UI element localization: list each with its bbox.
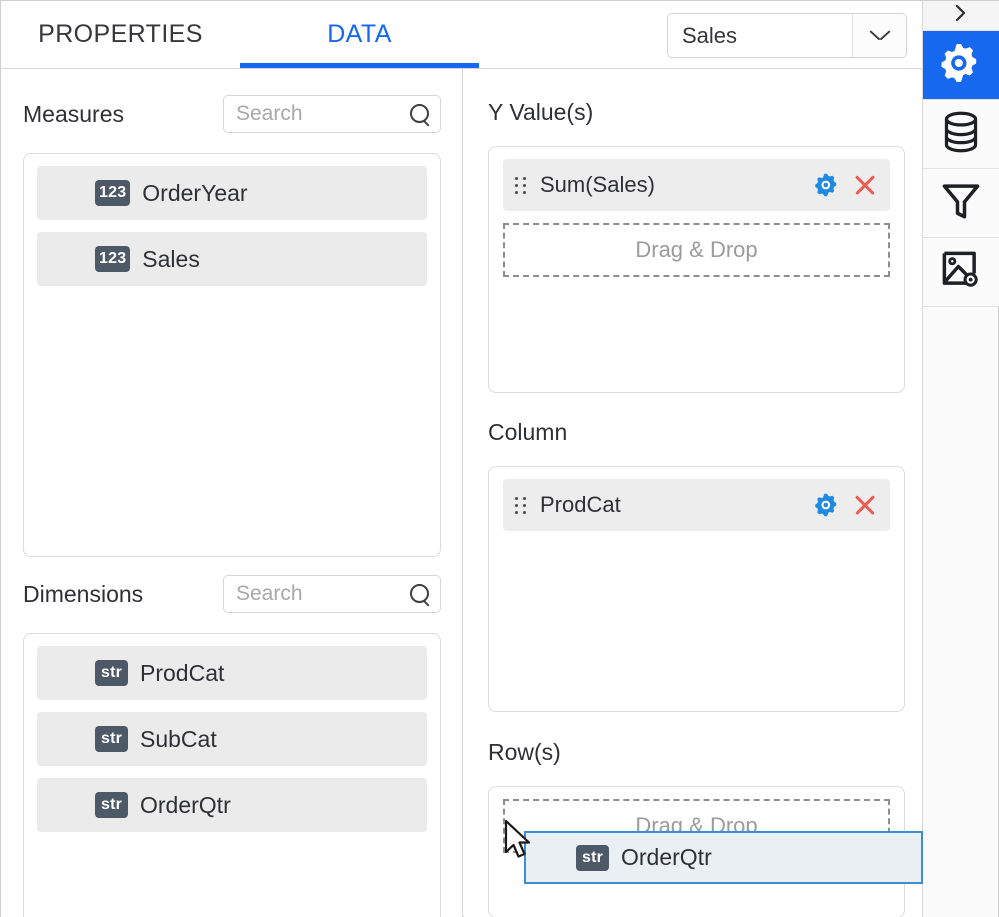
- dropzone-rows[interactable]: Drag & Drop: [503, 799, 890, 853]
- list-item-label: SubCat: [140, 726, 217, 753]
- chevron-down-icon: [870, 30, 890, 41]
- type-badge-number: 123: [95, 180, 130, 206]
- shelf-pill-prodcat[interactable]: ProdCat: [503, 479, 890, 531]
- close-icon[interactable]: [853, 174, 876, 197]
- gear-icon[interactable]: [815, 493, 839, 517]
- tab-data[interactable]: DATA: [240, 1, 479, 68]
- rail-item-data-source[interactable]: [923, 100, 999, 169]
- database-icon: [941, 111, 981, 158]
- shelf-drop-area-rows[interactable]: Drag & Drop: [488, 786, 905, 917]
- dataset-select[interactable]: Sales: [667, 13, 907, 58]
- shelf-title-column: Column: [488, 419, 567, 446]
- tab-properties-label: PROPERTIES: [38, 20, 203, 49]
- measures-title: Measures: [23, 101, 124, 128]
- shelf-pill-label: Sum(Sales): [540, 172, 815, 198]
- shelf-drop-area-column[interactable]: ProdCat: [488, 466, 905, 712]
- dataset-select-arrow[interactable]: [852, 14, 906, 57]
- list-item-dimension[interactable]: str OrderQtr: [37, 778, 427, 832]
- dimensions-header: Dimensions: [23, 575, 441, 613]
- image-settings-icon: [940, 249, 982, 296]
- search-icon: [409, 104, 430, 125]
- drag-handle-icon[interactable]: [515, 497, 526, 514]
- search-icon: [409, 584, 430, 605]
- list-item-measure[interactable]: 123 Sales: [37, 232, 427, 286]
- close-icon[interactable]: [853, 494, 876, 517]
- tab-properties[interactable]: PROPERTIES: [1, 1, 240, 68]
- list-item-measure[interactable]: 123 OrderYear: [37, 166, 427, 220]
- expand-panel-button[interactable]: [923, 1, 999, 31]
- tab-bar: PROPERTIES DATA Sales: [1, 1, 922, 69]
- dimensions-list: str ProdCat str SubCat str OrderQtr: [23, 633, 441, 917]
- filter-icon: [940, 180, 982, 227]
- shelf-pill-label: ProdCat: [540, 492, 815, 518]
- list-item-label: Sales: [142, 246, 200, 273]
- list-item-dimension[interactable]: str ProdCat: [37, 646, 427, 700]
- tab-data-label: DATA: [327, 20, 392, 49]
- chevron-right-icon: [953, 3, 969, 28]
- data-config-panel: PROPERTIES DATA Sales Measures 123 Order…: [0, 0, 999, 917]
- shelf-title-rows: Row(s): [488, 739, 561, 766]
- type-badge-string: str: [95, 726, 128, 752]
- shelf-drop-area-y-values[interactable]: Sum(Sales) Drag & Drop: [488, 146, 905, 393]
- rail-item-settings[interactable]: [923, 31, 999, 100]
- dropzone-y-values[interactable]: Drag & Drop: [503, 223, 890, 277]
- shelf-title-y-values: Y Value(s): [488, 99, 593, 126]
- type-badge-number: 123: [95, 246, 130, 272]
- gear-icon: [941, 43, 981, 88]
- measures-header: Measures: [23, 95, 441, 133]
- list-item-label: ProdCat: [140, 660, 224, 687]
- dimensions-title: Dimensions: [23, 581, 143, 608]
- list-item-label: OrderQtr: [140, 792, 231, 819]
- rail-item-appearance[interactable]: [923, 238, 999, 307]
- shelf-pill-sum-sales[interactable]: Sum(Sales): [503, 159, 890, 211]
- measures-search-input[interactable]: [236, 102, 405, 126]
- list-item-dimension[interactable]: str SubCat: [37, 712, 427, 766]
- measures-list: 123 OrderYear 123 Sales: [23, 153, 441, 557]
- gear-icon[interactable]: [815, 173, 839, 197]
- dimensions-search[interactable]: [223, 575, 441, 613]
- fields-panel: Measures 123 OrderYear 123 Sales Dimensi…: [1, 69, 463, 917]
- list-item-label: OrderYear: [142, 180, 247, 207]
- shelves-panel: Y Value(s) Sum(Sales) Drag & Drop C: [464, 69, 922, 917]
- drag-handle-icon[interactable]: [515, 177, 526, 194]
- dimensions-search-input[interactable]: [236, 582, 405, 606]
- type-badge-string: str: [95, 792, 128, 818]
- measures-search[interactable]: [223, 95, 441, 133]
- dataset-select-value: Sales: [668, 14, 852, 57]
- icon-rail: [922, 1, 998, 917]
- type-badge-string: str: [95, 660, 128, 686]
- rail-item-filters[interactable]: [923, 169, 999, 238]
